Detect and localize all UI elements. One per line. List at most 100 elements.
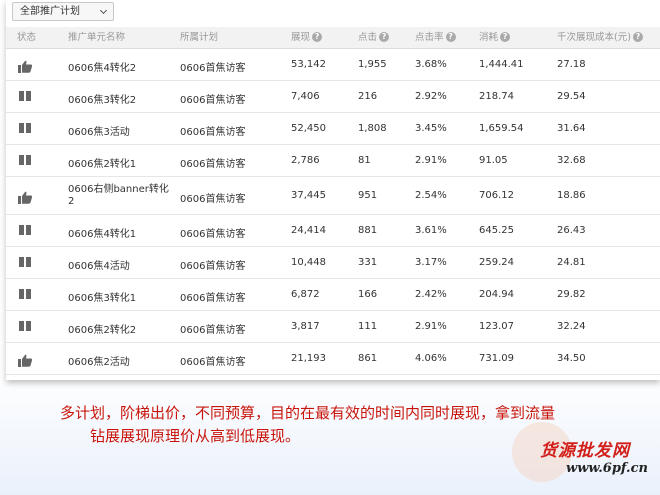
clicks-cell: 1,808: [358, 123, 387, 134]
cost-cell: 218.74: [479, 91, 514, 102]
table-row[interactable]: 0606焦4转化1 0606首焦访客 24,414 881 3.61% 645.25 26.…: [6, 215, 660, 247]
ctr-cell: 2.91%: [415, 321, 447, 332]
table-row[interactable]: 0606焦2转化1 0606首焦访客 2,786 81 2.91% 91.05 32.68: [6, 145, 660, 177]
table-row[interactable]: 0606焦2活动 0606首焦访客 21,193 861 4.06% 731.09 34.5…: [6, 343, 660, 375]
unit-name-cell[interactable]: 0606右侧banner转化2: [68, 184, 172, 208]
question-icon[interactable]: ?: [445, 31, 456, 42]
clicks-cell: 331: [358, 257, 378, 268]
impressions-cell: 6,872: [291, 289, 320, 300]
ctr-cell: 3.61%: [415, 225, 447, 236]
table-row[interactable]: 0606焦2转化2 0606首焦访客 3,817 111 2.91% 123.07 32.2…: [6, 311, 660, 343]
unit-name-cell[interactable]: 0606焦3活动: [68, 123, 130, 138]
pause-icon[interactable]: [17, 288, 33, 301]
cost-cell: 1,444.41: [479, 59, 524, 70]
plan-cell: 0606首焦访客: [180, 261, 246, 272]
cost-cell: 204.94: [479, 289, 514, 300]
pause-icon[interactable]: [17, 256, 33, 269]
plan-cell: 0606首焦访客: [180, 63, 246, 74]
col-ctr[interactable]: 点击率?: [415, 27, 456, 49]
pause-icon[interactable]: [17, 90, 33, 103]
cost-cell: 1,659.54: [479, 123, 524, 134]
impressions-cell: 3,817: [291, 321, 320, 332]
col-unit-name: 推广单元名称: [68, 32, 126, 43]
ctr-cell: 3.17%: [415, 257, 447, 268]
question-icon[interactable]: ?: [632, 31, 643, 42]
caption-line-1: 多计划，阶梯出价，不同预算，目的在最有效的时间内同时展现，拿到流量: [60, 404, 556, 422]
cpm-cell: 18.86: [557, 190, 586, 201]
impressions-cell: 24,414: [291, 225, 326, 236]
unit-name-cell[interactable]: 0606焦3转化2: [68, 91, 136, 106]
unit-name-cell[interactable]: 0606焦2转化2: [68, 321, 136, 336]
plan-cell: 0606首焦访客: [180, 293, 246, 304]
col-plan: 所属计划: [180, 32, 219, 43]
clicks-cell: 951: [358, 190, 378, 201]
col-impressions[interactable]: 展现?: [291, 27, 323, 49]
chevron-down-icon: [99, 6, 108, 15]
pause-icon[interactable]: [17, 122, 33, 135]
unit-name-cell[interactable]: 0606焦3转化1: [68, 289, 136, 304]
col-status: 状态: [17, 32, 37, 43]
plan-cell: 0606首焦访客: [180, 325, 246, 336]
thumbs-up-icon[interactable]: [17, 189, 33, 204]
cost-cell: 123.07: [479, 321, 514, 332]
col-impressions-label: 展现: [291, 32, 311, 43]
clicks-cell: 881: [358, 225, 378, 236]
cpm-cell: 27.18: [557, 59, 586, 70]
watermark-name: 货源批发网: [540, 441, 630, 461]
ctr-cell: 3.45%: [415, 123, 447, 134]
clicks-cell: 861: [358, 353, 378, 364]
question-icon[interactable]: ?: [500, 31, 511, 42]
cpm-cell: 29.82: [557, 289, 586, 300]
impressions-cell: 2,786: [291, 155, 320, 166]
unit-name-cell[interactable]: 0606焦2活动: [68, 353, 130, 368]
table-row[interactable]: 0606右侧banner转化2 0606首焦访客 37,445 951 2.54% 706…: [6, 177, 660, 215]
clicks-cell: 166: [358, 289, 378, 300]
pause-icon[interactable]: [17, 224, 33, 237]
table-header: 状态 推广单元名称 所属计划 展现? 点击? 点击率? 消耗? 千次展现成本(元…: [6, 27, 660, 49]
unit-name-cell[interactable]: 0606焦4转化2: [68, 59, 136, 74]
col-clicks[interactable]: 点击?: [358, 27, 390, 49]
cost-cell: 706.12: [479, 190, 514, 201]
ctr-cell: 2.54%: [415, 190, 447, 201]
cpm-cell: 26.43: [557, 225, 586, 236]
impressions-cell: 37,445: [291, 190, 326, 201]
plan-filter-label: 全部推广计划: [20, 6, 80, 17]
plan-cell: 0606首焦访客: [180, 95, 246, 106]
cost-cell: 645.25: [479, 225, 514, 236]
plan-cell: 0606首焦访客: [180, 229, 246, 240]
ctr-cell: 3.68%: [415, 59, 447, 70]
unit-name-cell[interactable]: 0606焦4转化1: [68, 225, 136, 240]
cpm-cell: 31.64: [557, 123, 586, 134]
clicks-cell: 1,955: [358, 59, 387, 70]
cost-cell: 91.05: [479, 155, 508, 166]
ctr-cell: 2.42%: [415, 289, 447, 300]
table-row[interactable]: 0606焦4活动 0606首焦访客 10,448 331 3.17% 259.24 24.8…: [6, 247, 660, 279]
ctr-cell: 2.91%: [415, 155, 447, 166]
pause-icon[interactable]: [17, 320, 33, 333]
plan-filter-dropdown[interactable]: 全部推广计划: [12, 2, 114, 21]
question-icon[interactable]: ?: [379, 31, 390, 42]
pause-icon[interactable]: [17, 154, 33, 167]
cpm-cell: 32.68: [557, 155, 586, 166]
table-row[interactable]: 0606焦3转化2 0606首焦访客 7,406 216 2.92% 218.74 29.5…: [6, 81, 660, 113]
watermark-url: www.6pf.cn: [566, 461, 648, 476]
cpm-cell: 24.81: [557, 257, 586, 268]
table-row[interactable]: 0606焦3活动 0606首焦访客 52,450 1,808 3.45% 1,659.54…: [6, 113, 660, 145]
thumbs-up-icon[interactable]: [17, 352, 33, 367]
impressions-cell: 7,406: [291, 91, 320, 102]
impressions-cell: 53,142: [291, 59, 326, 70]
question-icon[interactable]: ?: [312, 31, 323, 42]
clicks-cell: 81: [358, 155, 371, 166]
thumbs-up-icon[interactable]: [17, 58, 33, 73]
cpm-cell: 34.50: [557, 353, 586, 364]
unit-name-cell[interactable]: 0606焦4活动: [68, 257, 130, 272]
plan-cell: 0606首焦访客: [180, 194, 246, 205]
unit-name-cell[interactable]: 0606焦2转化1: [68, 155, 136, 170]
col-cpm[interactable]: 千次展现成本(元)?: [557, 27, 643, 49]
cost-cell: 731.09: [479, 353, 514, 364]
table-row[interactable]: 0606焦4转化2 0606首焦访客 53,142 1,955 3.68% 1,444.4…: [6, 49, 660, 81]
col-cost[interactable]: 消耗?: [479, 27, 511, 49]
plan-cell: 0606首焦访客: [180, 159, 246, 170]
col-cpm-label: 千次展现成本(元): [557, 32, 631, 43]
table-row[interactable]: 0606焦3转化1 0606首焦访客 6,872 166 2.42% 204.94 29.8…: [6, 279, 660, 311]
